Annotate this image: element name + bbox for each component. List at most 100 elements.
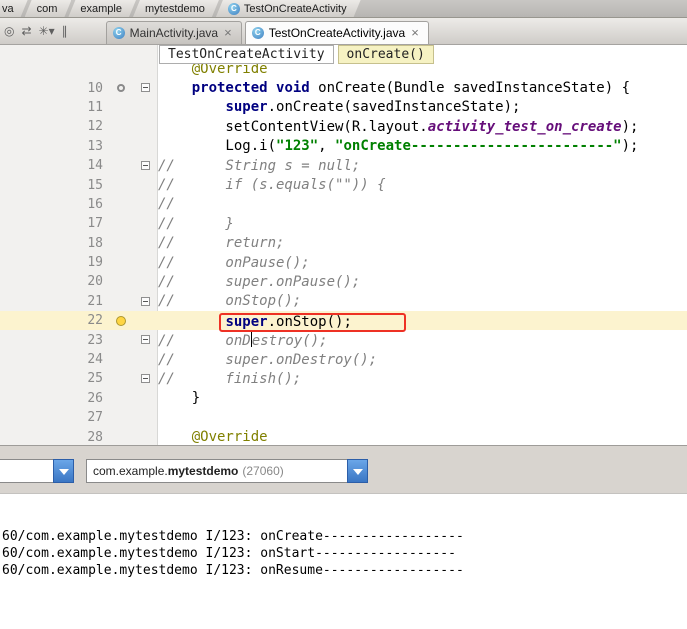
- fold-icon[interactable]: [140, 296, 150, 306]
- tab-MainActivity.java[interactable]: C MainActivity.java ×: [105, 21, 242, 44]
- code-token: // super.onDestroy();: [158, 351, 378, 368]
- code-line-28: 28 @Override: [0, 427, 687, 445]
- code-line-14: 14 // String s = null;: [0, 156, 687, 175]
- nav-item-label: va: [2, 2, 14, 15]
- class-icon: C: [112, 27, 125, 39]
- nav-item-label: TestOnCreateActivity: [243, 2, 347, 15]
- code-token: Log.i(: [158, 138, 277, 155]
- code-token: .onStop();: [267, 313, 352, 330]
- tab-label: TestOnCreateActivity.java: [268, 26, 406, 40]
- fold-slot: [132, 370, 158, 388]
- line-number: 20: [87, 274, 103, 290]
- process-dropdown[interactable]: com.example. mytestdemo (27060): [86, 459, 368, 483]
- ide-window: va com example mytestdemo C TestOnCreateActiv…: [0, 0, 687, 629]
- code-text[interactable]: // finish();: [158, 371, 301, 387]
- fold-icon[interactable]: [140, 160, 150, 170]
- code-line-12: 12 setContentView(R.layout.activity_test…: [0, 117, 687, 136]
- fold-icon[interactable]: [140, 335, 150, 345]
- close-tab-icon[interactable]: ×: [410, 26, 420, 39]
- code-token: @Override: [191, 429, 268, 445]
- code-text[interactable]: @Override: [158, 429, 268, 445]
- logcat-output[interactable]: 60/com.example.mytestdemo I/123: onCreat…: [0, 493, 687, 629]
- code-text[interactable]: //: [158, 196, 175, 212]
- fold-slot: [132, 157, 158, 175]
- settings-icon[interactable]: ✳▾: [39, 24, 55, 38]
- process-name: mytestdemo: [167, 464, 239, 478]
- code-text[interactable]: // onDestroy();: [158, 331, 328, 349]
- log-line: 60/com.example.mytestdemo I/123: onResum…: [2, 563, 464, 578]
- code-text[interactable]: // String s = null;: [158, 158, 360, 174]
- code-token: }: [158, 390, 201, 407]
- code-token: );: [621, 138, 639, 155]
- nav-item-TestOnCreateActivity[interactable]: C TestOnCreateActivity: [216, 0, 361, 17]
- nav-item-example[interactable]: example: [68, 0, 136, 17]
- nav-item-va[interactable]: va: [0, 0, 28, 17]
- code-token: protected: [191, 80, 268, 97]
- breadcrumb-class[interactable]: TestOnCreateActivity: [159, 45, 334, 64]
- code-text[interactable]: // }: [158, 216, 234, 232]
- code-line-25: 25 // finish();: [0, 369, 687, 388]
- line-number: 19: [87, 255, 103, 271]
- code-token: // String s = null;: [158, 157, 361, 174]
- breadcrumb-method[interactable]: onCreate(): [337, 45, 434, 64]
- code-text[interactable]: // super.onPause();: [158, 274, 360, 290]
- code-token: );: [621, 118, 639, 135]
- close-tab-icon[interactable]: ×: [223, 26, 233, 39]
- nav-item-com[interactable]: com: [25, 0, 72, 17]
- nav-item-label: mytestdemo: [144, 2, 205, 15]
- code-line-15: 15 // if (s.equals("")) {: [0, 175, 687, 194]
- code-text[interactable]: Log.i("123", "onCreate------------------…: [158, 138, 638, 154]
- code-text[interactable]: // if (s.equals("")) {: [158, 177, 386, 193]
- device-dropdown-value: [0, 459, 54, 483]
- code-line-27: 27: [0, 408, 687, 427]
- line-number: 26: [87, 390, 103, 406]
- intention-bulb-icon[interactable]: [116, 315, 126, 326]
- pin-icon[interactable]: ∥: [62, 24, 68, 38]
- code-token: super: [225, 313, 268, 330]
- code-token: super: [225, 99, 268, 116]
- line-number: 25: [87, 371, 103, 387]
- code-text[interactable]: super.onCreate(savedInstanceState);: [158, 99, 520, 115]
- process-dropdown-value: com.example. mytestdemo (27060): [86, 459, 348, 483]
- tab-TestOnCreateActivity.java[interactable]: C TestOnCreateActivity.java ×: [244, 21, 429, 44]
- code-line-24: 24 // super.onDestroy();: [0, 350, 687, 369]
- scroll-from-source-icon[interactable]: ◎: [4, 24, 14, 38]
- gutter-icon-slot: [110, 79, 132, 97]
- code-text[interactable]: // onStop();: [158, 293, 301, 309]
- code-token: // }: [158, 215, 234, 232]
- fold-icon[interactable]: [140, 374, 150, 384]
- fold-icon[interactable]: [140, 83, 150, 93]
- line-number: 16: [87, 196, 103, 212]
- nav-item-label: example: [80, 2, 122, 15]
- nav-item-label: com: [36, 2, 58, 15]
- code-token: .onCreate(savedInstanceState);: [267, 99, 521, 116]
- line-number: 11: [87, 99, 103, 115]
- code-text[interactable]: protected void onCreate(Bundle savedInst…: [158, 80, 630, 96]
- highlight-red-box: super.onStop();: [219, 312, 406, 332]
- code-text[interactable]: // return;: [158, 235, 284, 251]
- override-method-icon[interactable]: [117, 83, 125, 92]
- code-text[interactable]: // super.onDestroy();: [158, 352, 377, 368]
- code-line-21: 21 // onStop();: [0, 292, 687, 311]
- code-text[interactable]: // onPause();: [158, 255, 310, 271]
- dropdown-arrow-icon[interactable]: [347, 459, 368, 483]
- nav-item-mytestdemo[interactable]: mytestdemo: [133, 0, 219, 17]
- code-text[interactable]: super.onStop();: [158, 310, 406, 332]
- code-token: activity_test_on_create: [427, 118, 622, 135]
- code-token: // return;: [158, 235, 285, 252]
- editor-tab-bar: ◎ ⇄ ✳▾ ∥ C MainActivity.java × C TestOnCreateAc…: [0, 18, 687, 45]
- code-text[interactable]: }: [158, 390, 200, 406]
- code-token: // onD: [158, 332, 251, 349]
- dropdown-arrow-icon[interactable]: [53, 459, 74, 483]
- line-number: 10: [87, 80, 103, 96]
- navigation-bar: va com example mytestdemo C TestOnCreateActiv…: [0, 0, 687, 18]
- process-prefix: com.example.: [93, 464, 168, 478]
- code-text[interactable]: setContentView(R.layout.activity_test_on…: [158, 119, 638, 135]
- device-dropdown[interactable]: [0, 459, 74, 483]
- code-token: void: [276, 80, 310, 97]
- code-editor[interactable]: @Override 10 protected void onCreate(Bund…: [0, 45, 687, 445]
- sync-icon[interactable]: ⇄: [21, 24, 31, 38]
- code-token: //: [158, 196, 175, 213]
